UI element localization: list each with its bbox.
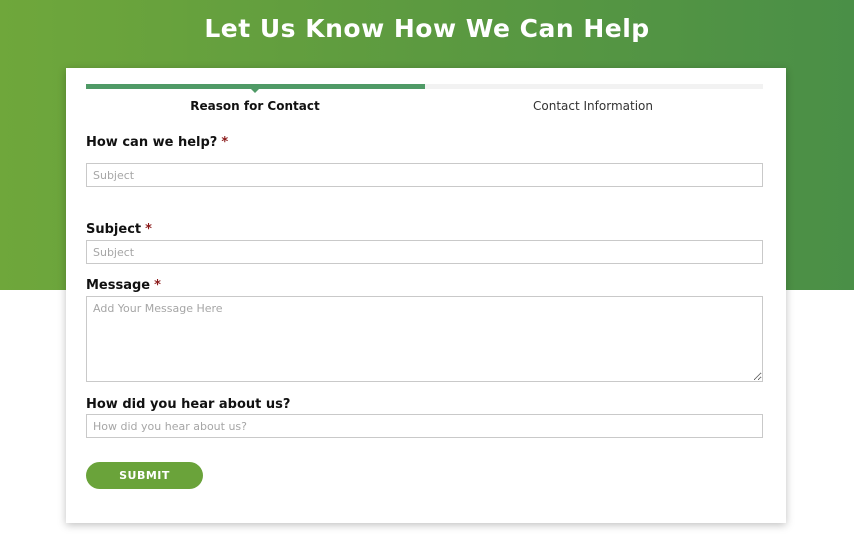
referral-label: How did you hear about us? — [86, 397, 290, 412]
contact-form-card: Reason for Contact Contact Information H… — [66, 68, 786, 523]
message-label: Message * — [86, 278, 161, 293]
message-label-text: Message — [86, 278, 151, 293]
step-contact-information[interactable]: Contact Information — [424, 99, 762, 113]
referral-input[interactable] — [86, 414, 763, 438]
submit-button[interactable]: SUBMIT — [86, 462, 203, 489]
help-label-text: How can we help? — [86, 135, 218, 150]
subject-label-text: Subject — [86, 222, 142, 237]
step-reason-for-contact[interactable]: Reason for Contact — [86, 99, 424, 113]
active-step-indicator — [251, 89, 259, 93]
progress-bar — [86, 84, 763, 89]
subject-label: Subject * — [86, 222, 152, 237]
referral-label-text: How did you hear about us? — [86, 397, 291, 412]
subject-input[interactable] — [86, 240, 763, 264]
help-label: How can we help? * — [86, 135, 228, 150]
message-textarea[interactable] — [86, 296, 763, 382]
required-marker: * — [221, 135, 229, 150]
required-marker: * — [145, 222, 152, 237]
required-marker: * — [154, 278, 161, 293]
help-input[interactable] — [86, 163, 763, 187]
page-title: Let Us Know How We Can Help — [204, 14, 650, 43]
